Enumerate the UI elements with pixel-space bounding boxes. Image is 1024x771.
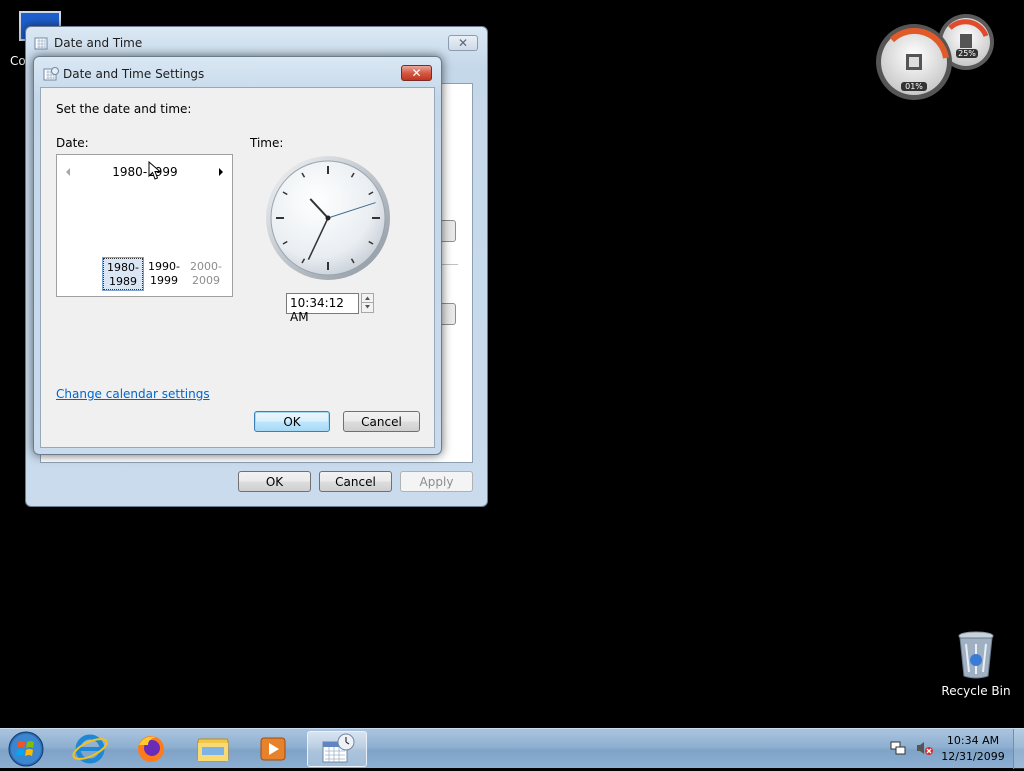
arrow-right-icon [219,168,223,176]
calendar-header[interactable]: 1980-1999 [97,165,193,179]
close-icon: ✕ [457,36,469,50]
date-label: Date: [56,136,89,150]
calendar-cell-1990[interactable]: 1990- 1999 [144,258,184,290]
arrow-left-icon [66,168,70,176]
volume-muted-icon [917,742,933,755]
time-label: Time: [250,136,284,150]
calendar-cell-1980[interactable]: 1980- 1989 [102,257,144,291]
calendar-prev-button[interactable] [63,166,73,178]
date-time-window-close-button[interactable]: ✕ [448,35,478,51]
arrow-down-icon [365,305,370,309]
date-time-apply-button[interactable]: Apply [400,471,473,492]
tray-clock[interactable]: 10:34 AM 12/31/2099 [940,733,1006,765]
calendar-clock-icon [34,37,48,50]
instruction-label: Set the date and time: [56,102,192,116]
analog-clock [266,156,390,280]
mouse-cursor-icon [148,161,162,180]
dialog-client-area: Set the date and time: Date: Time: 1980-… [40,87,435,448]
folder-icon [197,738,229,762]
change-calendar-settings-link[interactable]: Change calendar settings [56,387,210,401]
taskbar-media-player[interactable] [244,731,302,767]
time-spinner-down[interactable] [361,303,374,313]
network-icon [890,741,906,755]
calendar-control[interactable]: 1980-1999 1980- 1989 1990- 1999 2000- 20… [56,154,233,297]
calendar-next-button[interactable] [216,166,226,178]
date-time-ok-button[interactable]: OK [238,471,311,492]
dialog-cancel-button[interactable]: Cancel [343,411,420,432]
taskbar-firefox[interactable] [122,731,180,767]
time-spinner-up[interactable] [361,293,374,303]
tray-network[interactable] [890,740,906,756]
windows-start-icon [8,731,44,767]
tray-clock-date: 12/31/2099 [941,750,1005,763]
taskbar: 10:34 AM 12/31/2099 [0,728,1024,769]
date-time-window-title: Date and Time [54,36,143,50]
recycle-bin-desktop-icon[interactable]: Recycle Bin [940,630,1012,698]
calendar-cell-2000[interactable]: 2000- 2009 [186,258,226,290]
date-time-settings-dialog: Date and Time Settings ✕ Set the date an… [33,56,442,455]
recycle-bin-icon [958,631,994,679]
ram-percent: 25% [956,49,978,58]
firefox-icon [138,736,164,762]
time-spinner[interactable] [361,293,374,314]
dialog-title: Date and Time Settings [63,67,205,81]
tray-volume-muted[interactable] [916,740,934,756]
recycle-bin-label: Recycle Bin [941,684,1011,698]
gauge-icon [876,14,994,100]
cpu-meter-gadget[interactable]: 01% 25% [874,8,1000,104]
media-player-icon [260,737,286,761]
taskbar-date-time-active[interactable] [307,731,367,767]
taskbar-explorer[interactable] [184,731,242,767]
arrow-up-icon [365,296,370,300]
tray-clock-time: 10:34 AM [946,734,1000,747]
start-button[interactable] [6,730,46,768]
date-time-cancel-button[interactable]: Cancel [319,471,392,492]
calendar-clock-icon [43,67,59,81]
dialog-close-button[interactable]: ✕ [401,65,432,81]
close-icon: ✕ [411,66,422,80]
show-desktop-button[interactable] [1013,729,1024,769]
dialog-ok-button[interactable]: OK [254,411,330,432]
cpu-percent: 01% [901,82,927,91]
taskbar-internet-explorer[interactable] [62,731,120,767]
internet-explorer-icon [72,734,108,764]
calendar-clock-icon [322,733,355,763]
time-input[interactable]: 10:34:12 AM [286,293,359,324]
